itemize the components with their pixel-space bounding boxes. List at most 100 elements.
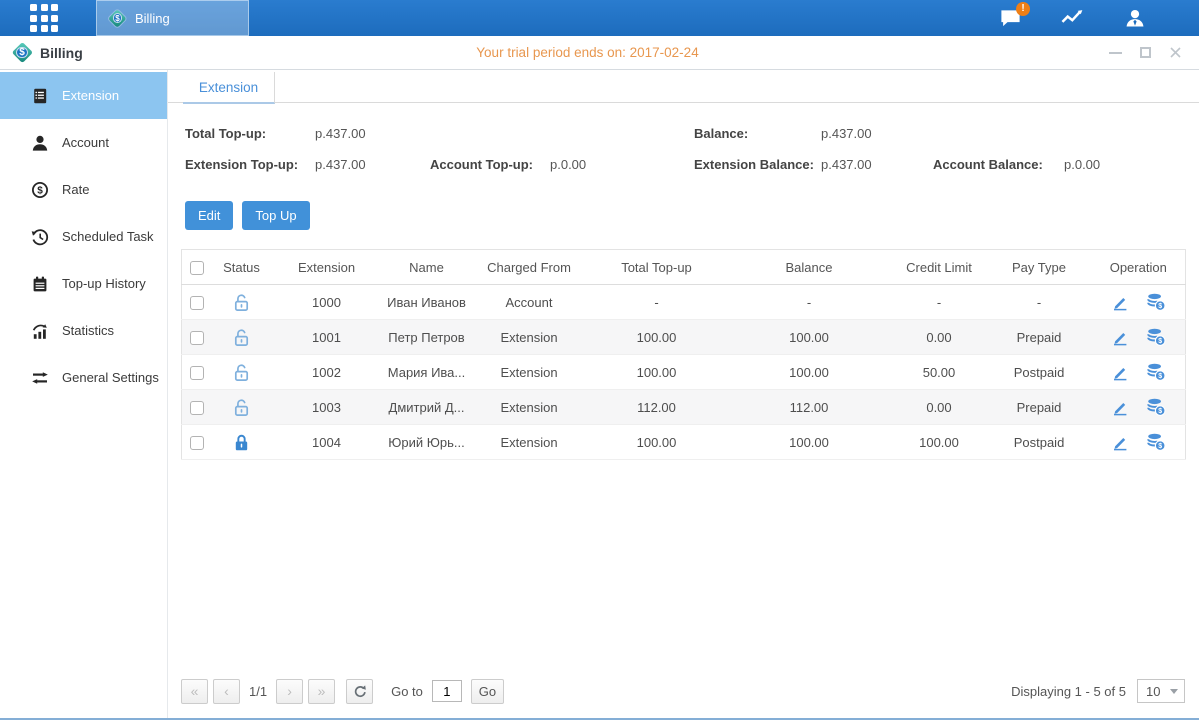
edit-row-icon[interactable] <box>1111 398 1129 416</box>
go-button[interactable]: Go <box>471 679 504 704</box>
topup-row-icon[interactable] <box>1146 327 1166 347</box>
prev-page-button[interactable]: ‹ <box>213 679 240 704</box>
total-topup-cell: - <box>587 285 727 320</box>
row-checkbox[interactable] <box>190 331 204 345</box>
row-checkbox[interactable] <box>190 436 204 450</box>
edit-row-icon[interactable] <box>1111 328 1129 346</box>
credit-limit-cell: 0.00 <box>892 390 987 425</box>
dollar-circle-icon <box>31 181 49 199</box>
notification-badge: ! <box>1016 2 1030 16</box>
sidebar-item-extension[interactable]: Extension <box>0 72 167 119</box>
sidebar-item-scheduled-task[interactable]: Scheduled Task <box>0 213 167 260</box>
row-checkbox[interactable] <box>190 366 204 380</box>
user-account-icon[interactable] <box>1122 7 1147 30</box>
top-up-button[interactable]: Top Up <box>242 201 309 230</box>
apps-grid-icon[interactable] <box>30 4 58 32</box>
lock-status-icon <box>233 398 250 413</box>
close-icon[interactable] <box>1168 46 1182 60</box>
table-header-row: Status Extension Name Charged From Total… <box>182 250 1186 285</box>
total-topup-label: Total Top-up: <box>185 126 315 141</box>
charged-from-cell: Extension <box>472 355 587 390</box>
extension-table: Status Extension Name Charged From Total… <box>181 249 1186 460</box>
column-header-operation: Operation <box>1092 250 1186 285</box>
account-topup-value: p.0.00 <box>550 157 586 172</box>
total-topup-cell: 100.00 <box>587 320 727 355</box>
last-page-button[interactable]: » <box>308 679 335 704</box>
sidebar-item-topup-history[interactable]: Top-up History <box>0 260 167 307</box>
total-topup-cell: 112.00 <box>587 390 727 425</box>
pay-type-cell: Prepaid <box>987 390 1092 425</box>
row-checkbox[interactable] <box>190 296 204 310</box>
edit-row-icon[interactable] <box>1111 363 1129 381</box>
balance-cell: 112.00 <box>727 390 892 425</box>
chevron-down-icon <box>1170 689 1178 694</box>
total-topup-cell: 100.00 <box>587 355 727 390</box>
sidebar-item-statistics[interactable]: Statistics <box>0 307 167 354</box>
next-page-icon: › <box>287 683 292 699</box>
edit-button[interactable]: Edit <box>185 201 233 230</box>
select-all-checkbox[interactable] <box>190 261 204 275</box>
next-page-button[interactable]: › <box>276 679 303 704</box>
column-header-status: Status <box>212 250 272 285</box>
account-balance-value: p.0.00 <box>1064 157 1100 172</box>
column-header-name: Name <box>382 250 472 285</box>
edit-row-icon[interactable] <box>1111 433 1129 451</box>
refresh-button[interactable] <box>346 679 373 704</box>
column-header-credit-limit: Credit Limit <box>892 250 987 285</box>
minimize-icon[interactable] <box>1108 46 1122 60</box>
topup-row-icon[interactable] <box>1146 292 1166 312</box>
pay-type-cell: Postpaid <box>987 355 1092 390</box>
billing-app-icon: $ <box>109 10 126 27</box>
sidebar-item-general-settings[interactable]: General Settings <box>0 354 167 401</box>
topup-row-icon[interactable] <box>1146 397 1166 417</box>
refresh-icon <box>352 684 367 699</box>
extension-topup-label: Extension Top-up: <box>185 157 315 172</box>
name-cell: Иван Иванов <box>382 285 472 320</box>
resource-monitor-icon[interactable] <box>1060 7 1085 30</box>
sidebar-item-label: Statistics <box>62 323 114 338</box>
name-cell: Петр Петров <box>382 320 472 355</box>
ledger-icon <box>31 87 49 105</box>
history-clock-icon <box>31 228 49 246</box>
topup-row-icon[interactable] <box>1146 362 1166 382</box>
first-page-icon: « <box>191 683 199 699</box>
name-cell: Дмитрий Д... <box>382 390 472 425</box>
table-row: 1000 Иван Иванов Account - - - - <box>182 285 1186 320</box>
sidebar-item-rate[interactable]: Rate <box>0 166 167 213</box>
lock-status-icon <box>233 363 250 378</box>
maximize-icon[interactable] <box>1138 46 1152 60</box>
trial-notice: Your trial period ends on: 2017-02-24 <box>476 45 698 60</box>
sidebar-item-label: General Settings <box>62 370 159 385</box>
total-topup-value: p.437.00 <box>315 126 366 141</box>
account-topup-label: Account Top-up: <box>430 157 550 172</box>
summary: Total Top-up: p.437.00 Extension Top-up:… <box>168 103 1199 180</box>
balance-value: p.437.00 <box>821 126 872 141</box>
window-titlebar: $ Billing Your trial period ends on: 201… <box>0 36 1199 70</box>
edit-row-icon[interactable] <box>1111 293 1129 311</box>
row-checkbox[interactable] <box>190 401 204 415</box>
notifications-icon[interactable]: ! <box>998 7 1023 30</box>
pay-type-cell: Prepaid <box>987 320 1092 355</box>
exchange-arrows-icon <box>31 369 49 387</box>
table-row: 1003 Дмитрий Д... Extension 112.00 112.0… <box>182 390 1186 425</box>
sidebar-item-account[interactable]: Account <box>0 119 167 166</box>
credit-limit-cell: 100.00 <box>892 425 987 460</box>
page-size-select[interactable]: 10 <box>1137 679 1185 703</box>
extension-balance-value: p.437.00 <box>821 157 933 172</box>
column-header-pay-type: Pay Type <box>987 250 1092 285</box>
taskbar-billing-label: Billing <box>135 11 170 26</box>
tab-extension[interactable]: Extension <box>183 72 275 104</box>
first-page-button[interactable]: « <box>181 679 208 704</box>
topbar: $ Billing ! <box>0 0 1199 36</box>
taskbar-billing-button[interactable]: $ Billing <box>96 0 249 36</box>
last-page-icon: » <box>318 683 326 699</box>
sidebar-item-label: Extension <box>62 88 119 103</box>
table-row: 1002 Мария Ива... Extension 100.00 100.0… <box>182 355 1186 390</box>
extension-topup-value: p.437.00 <box>315 157 430 172</box>
pay-type-cell: - <box>987 285 1092 320</box>
goto-page-input[interactable] <box>432 680 462 702</box>
topbar-right-icons: ! <box>998 7 1199 30</box>
prev-page-icon: ‹ <box>224 683 229 699</box>
topup-row-icon[interactable] <box>1146 432 1166 452</box>
column-header-charged-from: Charged From <box>472 250 587 285</box>
